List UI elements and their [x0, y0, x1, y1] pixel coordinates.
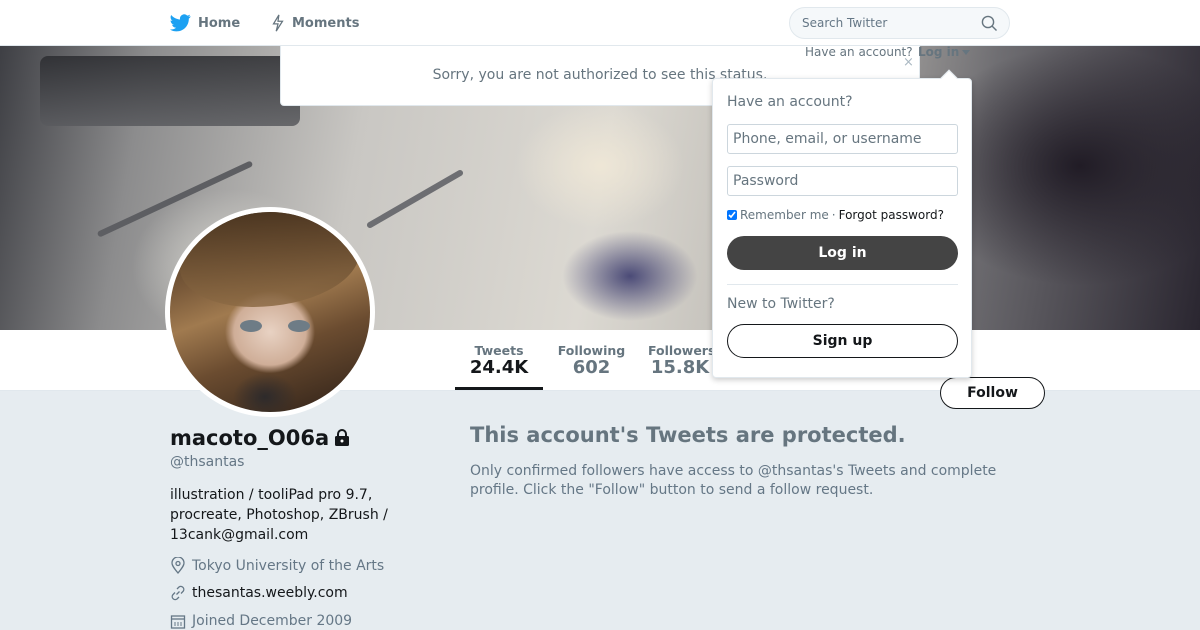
profile-handle: @thsantas — [170, 454, 245, 470]
profile-location: Tokyo University of the Arts — [170, 557, 384, 574]
link-icon — [171, 585, 185, 601]
avatar[interactable] — [165, 207, 375, 417]
protected-title: This account's Tweets are protected. — [470, 423, 906, 447]
top-navigation-bar: Home Moments — [0, 0, 1200, 46]
nav-moments-link[interactable]: Moments — [271, 0, 359, 46]
login-link-label: Log in — [918, 45, 960, 59]
stat-label: Followers — [648, 343, 712, 358]
nav-home-label: Home — [198, 15, 241, 31]
banner-fork-shape — [365, 168, 465, 230]
follow-button[interactable]: Follow — [940, 377, 1045, 409]
stat-value: 24.4K — [469, 357, 529, 378]
nav-moments-label: Moments — [292, 15, 360, 31]
new-to-twitter-text: New to Twitter? — [727, 296, 835, 312]
profile-joined: Joined December 2009 — [170, 613, 352, 629]
stat-label: Following — [557, 343, 626, 358]
stat-value: 15.8K — [650, 357, 710, 378]
search-box[interactable] — [789, 7, 1010, 39]
stat-label: Tweets — [474, 343, 524, 358]
location-text: Tokyo University of the Arts — [192, 557, 385, 574]
remember-row: Remember me · Forgot password? — [727, 208, 944, 222]
calendar-icon — [170, 615, 186, 629]
stat-value: 602 — [572, 357, 611, 378]
avatar-eye-shape — [240, 320, 262, 332]
nav-home-link[interactable]: Home — [170, 0, 240, 46]
stat-following[interactable]: Following 602 — [553, 330, 630, 390]
protected-description: Only confirmed followers have access to … — [470, 463, 997, 498]
caret-down-icon — [962, 49, 971, 55]
twitter-bird-icon — [170, 14, 191, 32]
profile-website[interactable]: thesantas.weebly.com — [170, 585, 348, 601]
joined-text: Joined December 2009 — [192, 613, 353, 629]
have-account-text: Have an account? — [805, 45, 913, 59]
dropdown-title: Have an account? — [727, 94, 853, 110]
website-link[interactable]: thesantas.weebly.com — [192, 585, 348, 601]
login-button[interactable]: Log in — [727, 236, 958, 270]
stat-tweets[interactable]: Tweets 24.4K — [455, 330, 543, 390]
search-input[interactable] — [802, 14, 972, 32]
login-dropdown-toggle[interactable]: Log in — [918, 45, 971, 59]
password-field[interactable] — [727, 166, 958, 196]
login-dropdown: Have an account? Remember me · Forgot pa… — [712, 69, 972, 378]
profile-name: macoto_O06a — [170, 426, 351, 450]
stat-followers[interactable]: Followers 15.8K — [648, 330, 712, 390]
forgot-password-link[interactable]: Forgot password? — [839, 208, 944, 222]
avatar-hair-shape — [180, 212, 360, 307]
remember-separator: · — [831, 208, 836, 222]
profile-bio: illustration / tooliPad pro 9.7, procrea… — [170, 487, 388, 543]
banner-plate-shape — [40, 56, 300, 126]
profile-name-text: macoto_O06a — [170, 426, 330, 450]
avatar-image — [170, 212, 370, 412]
username-field[interactable] — [727, 124, 958, 154]
dropdown-divider — [727, 284, 958, 285]
location-pin-icon — [171, 557, 185, 574]
signup-button[interactable]: Sign up — [727, 324, 958, 358]
lightning-icon — [272, 14, 284, 32]
remember-me-checkbox[interactable] — [727, 210, 737, 220]
avatar-eye-shape — [288, 320, 310, 332]
lock-icon — [335, 429, 350, 446]
search-icon[interactable] — [981, 15, 998, 32]
remember-me-label[interactable]: Remember me — [740, 208, 829, 222]
